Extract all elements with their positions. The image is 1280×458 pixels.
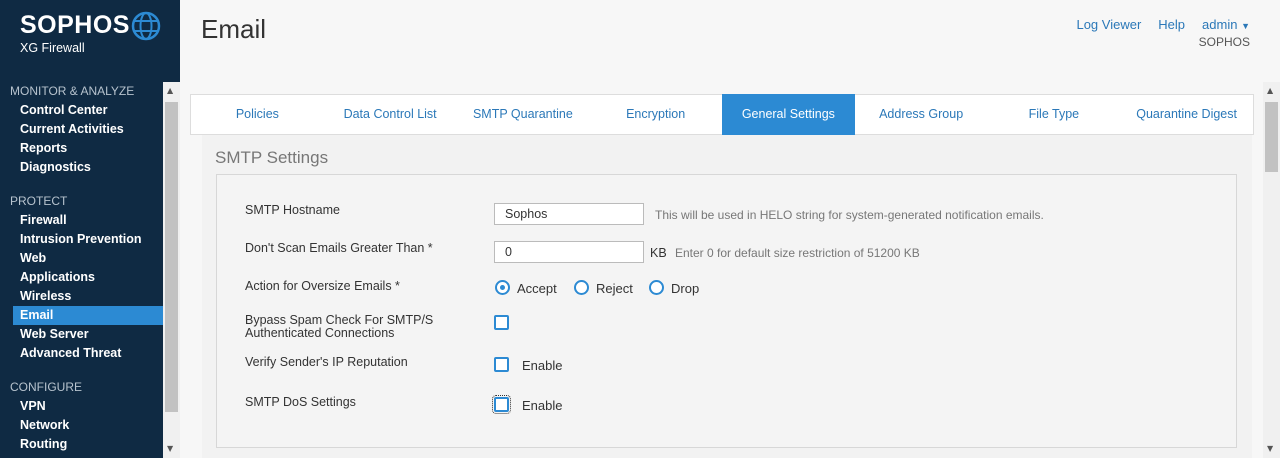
oversize-drop-label[interactable]: Drop xyxy=(671,281,699,296)
top-links: Log Viewer Help admin ▼ xyxy=(1076,17,1250,32)
ip-reputation-label: Verify Sender's IP Reputation xyxy=(245,355,408,369)
nav-section-configure: CONFIGURE xyxy=(10,380,82,394)
sidebar-item-control-center[interactable]: Control Center xyxy=(0,101,163,120)
sidebar-item-web[interactable]: Web xyxy=(0,249,163,268)
sidebar-item-network[interactable]: Network xyxy=(0,416,163,435)
tab-encryption[interactable]: Encryption xyxy=(589,95,722,134)
admin-menu[interactable]: admin ▼ xyxy=(1202,17,1250,32)
ip-reputation-checkbox[interactable] xyxy=(494,357,509,372)
org-name: SOPHOS xyxy=(1198,35,1250,49)
sidebar-item-email[interactable]: Email xyxy=(13,306,163,325)
max-size-input[interactable]: 0 xyxy=(494,241,644,263)
sidebar-item-current-activities[interactable]: Current Activities xyxy=(0,120,163,139)
oversize-action-label: Action for Oversize Emails * xyxy=(245,279,400,293)
globe-logo-icon xyxy=(131,11,161,41)
sidebar-scrollbar-thumb[interactable] xyxy=(165,102,178,412)
sidebar-item-intrusion-prevention[interactable]: Intrusion Prevention xyxy=(0,230,163,249)
dos-settings-label: SMTP DoS Settings xyxy=(245,395,356,409)
smtp-hostname-hint: This will be used in HELO string for sys… xyxy=(655,208,1044,222)
sidebar-item-reports[interactable]: Reports xyxy=(0,139,163,158)
admin-label: admin xyxy=(1202,17,1238,32)
bypass-spam-checkbox[interactable] xyxy=(494,315,509,330)
sidebar-item-routing[interactable]: Routing xyxy=(0,435,163,454)
tab-smtp-quarantine[interactable]: SMTP Quarantine xyxy=(457,95,590,134)
main-scrollbar[interactable]: ▲ ▼ xyxy=(1263,82,1280,458)
tab-quarantine-digest[interactable]: Quarantine Digest xyxy=(1120,95,1253,134)
help-link[interactable]: Help xyxy=(1158,17,1185,32)
dos-settings-checkbox[interactable] xyxy=(492,395,511,414)
tab-file-type[interactable]: File Type xyxy=(988,95,1121,134)
oversize-accept-label[interactable]: Accept xyxy=(517,281,557,296)
sidebar-item-web-server[interactable]: Web Server xyxy=(0,325,163,344)
page-title: Email xyxy=(201,14,267,44)
max-size-hint: Enter 0 for default size restriction of … xyxy=(675,246,920,260)
tab-data-control-list[interactable]: Data Control List xyxy=(324,95,457,134)
oversize-reject-label[interactable]: Reject xyxy=(596,281,633,296)
section-title: SMTP Settings xyxy=(215,148,329,167)
max-size-label: Don't Scan Emails Greater Than * xyxy=(245,241,433,255)
scroll-up-icon[interactable]: ▲ xyxy=(1267,86,1273,95)
sidebar-item-advanced-threat[interactable]: Advanced Threat xyxy=(0,344,163,363)
log-viewer-link[interactable]: Log Viewer xyxy=(1076,17,1141,32)
tab-policies[interactable]: Policies xyxy=(191,95,324,134)
brand-product: XG Firewall xyxy=(20,41,85,55)
nav-section-monitor: MONITOR & ANALYZE xyxy=(10,84,135,98)
caret-down-icon: ▼ xyxy=(1241,21,1250,31)
nav-section-protect: PROTECT xyxy=(10,194,68,208)
smtp-hostname-input[interactable]: Sophos xyxy=(494,203,644,225)
sidebar-item-vpn[interactable]: VPN xyxy=(0,397,163,416)
tab-general-settings[interactable]: General Settings xyxy=(722,94,855,135)
oversize-accept-radio[interactable] xyxy=(495,280,510,295)
max-size-unit: KB xyxy=(650,246,667,260)
sidebar-item-wireless[interactable]: Wireless xyxy=(0,287,163,306)
scroll-down-icon[interactable]: ▼ xyxy=(167,444,173,453)
ip-reputation-enable-label[interactable]: Enable xyxy=(522,358,562,373)
brand: SOPHOS XG Firewall xyxy=(20,10,130,55)
sidebar: SOPHOS XG Firewall MONITOR & ANALYZE Con… xyxy=(0,0,180,458)
scroll-up-icon[interactable]: ▲ xyxy=(167,86,173,95)
tab-address-group[interactable]: Address Group xyxy=(855,95,988,134)
sidebar-item-firewall[interactable]: Firewall xyxy=(0,211,163,230)
bypass-spam-label: Bypass Spam Check For SMTP/S Authenticat… xyxy=(245,314,433,340)
tab-bar: Policies Data Control List SMTP Quaranti… xyxy=(190,94,1254,135)
sidebar-item-applications[interactable]: Applications xyxy=(0,268,163,287)
smtp-hostname-label: SMTP Hostname xyxy=(245,203,340,217)
oversize-reject-radio[interactable] xyxy=(574,280,589,295)
brand-name: SOPHOS xyxy=(20,11,130,39)
main-scrollbar-thumb[interactable] xyxy=(1265,102,1278,172)
oversize-drop-radio[interactable] xyxy=(649,280,664,295)
scroll-down-icon[interactable]: ▼ xyxy=(1267,444,1273,453)
sidebar-scrollbar[interactable]: ▲ ▼ xyxy=(163,82,180,458)
sidebar-item-diagnostics[interactable]: Diagnostics xyxy=(0,158,163,177)
dos-settings-enable-label[interactable]: Enable xyxy=(522,398,562,413)
sidebar-nav: MONITOR & ANALYZE Control Center Current… xyxy=(0,82,163,454)
bypass-spam-label-line2: Authenticated Connections xyxy=(245,326,395,340)
